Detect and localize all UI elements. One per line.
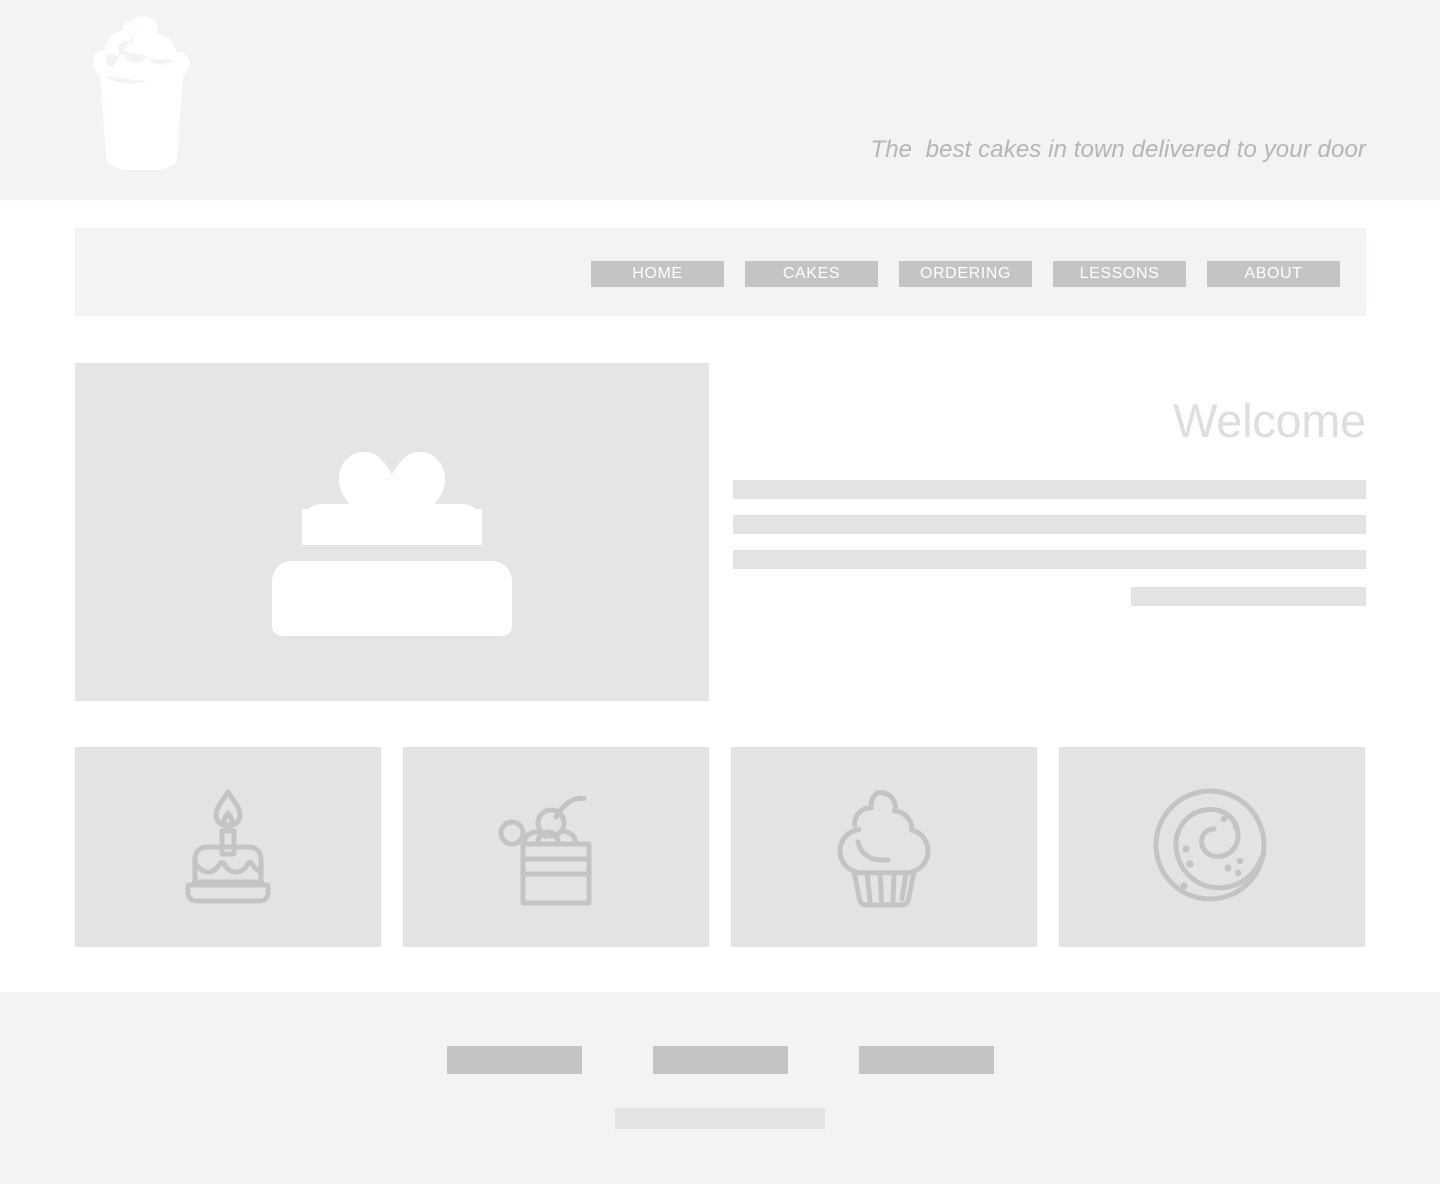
footer-copyright-placeholder: [615, 1108, 825, 1129]
page-title: Welcome: [1173, 394, 1366, 448]
site-tagline: The best cakes in town delivered to your…: [870, 136, 1366, 163]
cupcake-logo-icon: [75, 10, 210, 170]
nav-item-lessons[interactable]: LESSONS: [1053, 261, 1186, 287]
gallery-item-cinnamon-roll[interactable]: [1059, 747, 1365, 947]
brand-logo[interactable]: [75, 10, 210, 170]
nav-list: HOME CAKES ORDERING LESSONS ABOUT: [75, 261, 1366, 287]
nav-item-ordering[interactable]: ORDERING: [899, 261, 1032, 287]
gallery-item-birthday-cake[interactable]: [75, 747, 381, 947]
body-text-placeholder-line: [733, 480, 1366, 499]
footer-link-placeholder[interactable]: [652, 1046, 788, 1074]
cupcake-icon: [824, 785, 944, 909]
hero-copy: Welcome: [733, 363, 1366, 701]
body-text-placeholder-line: [1131, 587, 1366, 606]
nav-item-cakes[interactable]: CAKES: [745, 261, 878, 287]
body-text-placeholder-line: [733, 550, 1366, 569]
wedding-cake-icon: [262, 401, 522, 663]
nav-item-home[interactable]: HOME: [591, 261, 724, 287]
birthday-cake-candle-icon: [170, 786, 286, 908]
gallery-item-cake-slice[interactable]: [403, 747, 709, 947]
hero-section: Welcome: [75, 363, 1366, 701]
body-text-placeholder-line: [733, 515, 1366, 534]
hero-image: [75, 363, 709, 701]
cake-slice-cherry-icon: [498, 787, 614, 907]
site-footer: [0, 992, 1440, 1184]
gallery-row: [75, 747, 1366, 947]
nav-item-about[interactable]: ABOUT: [1207, 261, 1340, 287]
footer-navigation: [0, 1046, 1440, 1074]
cinnamon-roll-icon: [1150, 785, 1274, 909]
footer-link-placeholder[interactable]: [446, 1046, 582, 1074]
gallery-item-cupcake[interactable]: [731, 747, 1037, 947]
site-header: The best cakes in town delivered to your…: [0, 0, 1440, 200]
primary-navigation: HOME CAKES ORDERING LESSONS ABOUT: [75, 228, 1366, 316]
footer-link-placeholder[interactable]: [858, 1046, 994, 1074]
